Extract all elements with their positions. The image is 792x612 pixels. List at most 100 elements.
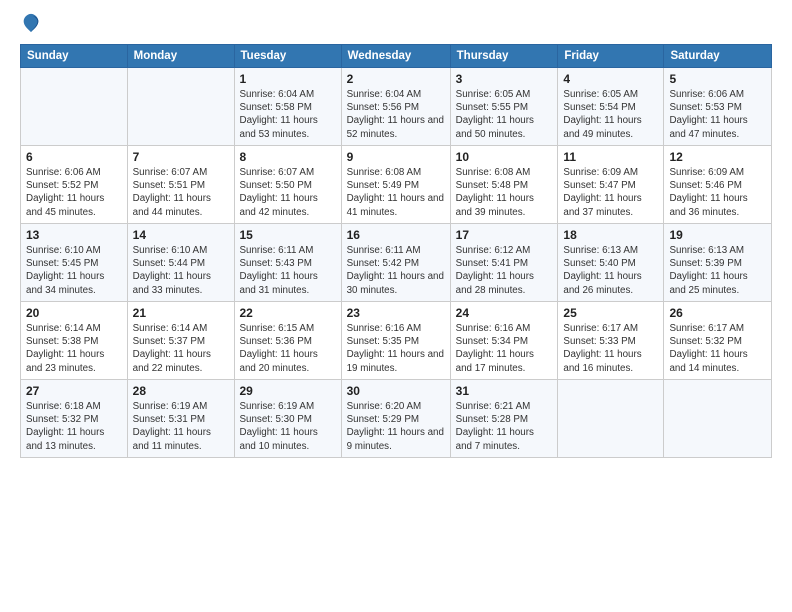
day-number: 12 xyxy=(669,150,766,164)
calendar-cell: 27Sunrise: 6:18 AMSunset: 5:32 PMDayligh… xyxy=(21,380,128,458)
day-number: 31 xyxy=(456,384,553,398)
calendar-cell: 24 Sunrise: 6:16 AMSunset: 5:34 PMDayligh… xyxy=(450,302,558,380)
day-detail: Sunrise: 6:18 AMSunset: 5:32 PMDaylight:… xyxy=(26,400,122,453)
day-number: 30 xyxy=(347,384,445,398)
calendar-cell: 17 Sunrise: 6:12 AMSunset: 5:41 PMDayligh… xyxy=(450,224,558,302)
calendar-cell: 1Sunrise: 6:04 AMSunset: 5:58 PMDaylight… xyxy=(234,68,341,146)
day-detail: Sunrise: 6:08 AMSunset: 5:49 PMDaylight:… xyxy=(347,166,445,219)
day-number: 29 xyxy=(240,384,336,398)
calendar-cell: 6 Sunrise: 6:06 AMSunset: 5:52 PMDaylight… xyxy=(21,146,128,224)
calendar-week-4: 20Sunrise: 6:14 AMSunset: 5:38 PMDayligh… xyxy=(21,302,772,380)
day-number: 21 xyxy=(133,306,229,320)
day-number: 23 xyxy=(347,306,445,320)
day-detail: Sunrise: 6:15 AMSunset: 5:36 PMDaylight:… xyxy=(240,322,336,375)
weekday-header-monday: Monday xyxy=(127,45,234,68)
day-number: 19 xyxy=(669,228,766,242)
logo xyxy=(20,16,44,34)
day-detail: Sunrise: 6:13 AMSunset: 5:40 PMDaylight:… xyxy=(563,244,658,297)
calendar-cell xyxy=(558,380,664,458)
day-number: 3 xyxy=(456,72,553,86)
calendar-cell: 25Sunrise: 6:17 AMSunset: 5:33 PMDayligh… xyxy=(558,302,664,380)
calendar-cell: 13 Sunrise: 6:10 AMSunset: 5:45 PMDayligh… xyxy=(21,224,128,302)
calendar-cell: 31 Sunrise: 6:21 AMSunset: 5:28 PMDayligh… xyxy=(450,380,558,458)
day-detail: Sunrise: 6:21 AMSunset: 5:28 PMDaylight:… xyxy=(456,400,553,453)
day-detail: Sunrise: 6:07 AMSunset: 5:50 PMDaylight:… xyxy=(240,166,336,219)
day-number: 13 xyxy=(26,228,122,242)
header xyxy=(20,16,772,34)
calendar-cell: 16Sunrise: 6:11 AMSunset: 5:42 PMDayligh… xyxy=(341,224,450,302)
calendar-cell: 18 Sunrise: 6:13 AMSunset: 5:40 PMDayligh… xyxy=(558,224,664,302)
calendar-cell: 5Sunrise: 6:06 AMSunset: 5:53 PMDaylight… xyxy=(664,68,772,146)
day-detail: Sunrise: 6:19 AMSunset: 5:30 PMDaylight:… xyxy=(240,400,336,453)
day-number: 7 xyxy=(133,150,229,164)
day-detail: Sunrise: 6:14 AMSunset: 5:37 PMDaylight:… xyxy=(133,322,229,375)
day-detail: Sunrise: 6:20 AMSunset: 5:29 PMDaylight:… xyxy=(347,400,445,453)
calendar: SundayMondayTuesdayWednesdayThursdayFrid… xyxy=(20,44,772,458)
day-detail: Sunrise: 6:06 AMSunset: 5:53 PMDaylight:… xyxy=(669,88,766,141)
day-number: 26 xyxy=(669,306,766,320)
calendar-cell: 10 Sunrise: 6:08 AMSunset: 5:48 PMDayligh… xyxy=(450,146,558,224)
calendar-cell xyxy=(127,68,234,146)
calendar-cell: 30 Sunrise: 6:20 AMSunset: 5:29 PMDayligh… xyxy=(341,380,450,458)
calendar-cell xyxy=(21,68,128,146)
day-detail: Sunrise: 6:07 AMSunset: 5:51 PMDaylight:… xyxy=(133,166,229,219)
day-detail: Sunrise: 6:09 AMSunset: 5:47 PMDaylight:… xyxy=(563,166,658,219)
weekday-header-thursday: Thursday xyxy=(450,45,558,68)
day-detail: Sunrise: 6:12 AMSunset: 5:41 PMDaylight:… xyxy=(456,244,553,297)
day-detail: Sunrise: 6:05 AMSunset: 5:54 PMDaylight:… xyxy=(563,88,658,141)
day-number: 4 xyxy=(563,72,658,86)
day-number: 6 xyxy=(26,150,122,164)
calendar-cell: 4 Sunrise: 6:05 AMSunset: 5:54 PMDaylight… xyxy=(558,68,664,146)
calendar-cell: 22 Sunrise: 6:15 AMSunset: 5:36 PMDayligh… xyxy=(234,302,341,380)
calendar-cell: 15Sunrise: 6:11 AMSunset: 5:43 PMDayligh… xyxy=(234,224,341,302)
calendar-week-3: 13 Sunrise: 6:10 AMSunset: 5:45 PMDayligh… xyxy=(21,224,772,302)
day-number: 17 xyxy=(456,228,553,242)
calendar-week-1: 1Sunrise: 6:04 AMSunset: 5:58 PMDaylight… xyxy=(21,68,772,146)
calendar-week-2: 6 Sunrise: 6:06 AMSunset: 5:52 PMDaylight… xyxy=(21,146,772,224)
day-number: 14 xyxy=(133,228,229,242)
day-detail: Sunrise: 6:04 AMSunset: 5:56 PMDaylight:… xyxy=(347,88,445,141)
weekday-header-friday: Friday xyxy=(558,45,664,68)
day-number: 24 xyxy=(456,306,553,320)
day-number: 28 xyxy=(133,384,229,398)
calendar-cell: 12 Sunrise: 6:09 AMSunset: 5:46 PMDayligh… xyxy=(664,146,772,224)
calendar-week-5: 27Sunrise: 6:18 AMSunset: 5:32 PMDayligh… xyxy=(21,380,772,458)
calendar-cell: 14 Sunrise: 6:10 AMSunset: 5:44 PMDayligh… xyxy=(127,224,234,302)
calendar-cell xyxy=(664,380,772,458)
weekday-header-tuesday: Tuesday xyxy=(234,45,341,68)
calendar-cell: 11 Sunrise: 6:09 AMSunset: 5:47 PMDayligh… xyxy=(558,146,664,224)
calendar-cell: 23 Sunrise: 6:16 AMSunset: 5:35 PMDayligh… xyxy=(341,302,450,380)
day-number: 15 xyxy=(240,228,336,242)
day-number: 10 xyxy=(456,150,553,164)
day-detail: Sunrise: 6:16 AMSunset: 5:34 PMDaylight:… xyxy=(456,322,553,375)
calendar-cell: 7 Sunrise: 6:07 AMSunset: 5:51 PMDaylight… xyxy=(127,146,234,224)
calendar-cell: 9 Sunrise: 6:08 AMSunset: 5:49 PMDaylight… xyxy=(341,146,450,224)
day-number: 2 xyxy=(347,72,445,86)
day-number: 9 xyxy=(347,150,445,164)
day-number: 11 xyxy=(563,150,658,164)
day-number: 18 xyxy=(563,228,658,242)
calendar-cell: 29 Sunrise: 6:19 AMSunset: 5:30 PMDayligh… xyxy=(234,380,341,458)
day-detail: Sunrise: 6:09 AMSunset: 5:46 PMDaylight:… xyxy=(669,166,766,219)
day-detail: Sunrise: 6:17 AMSunset: 5:32 PMDaylight:… xyxy=(669,322,766,375)
weekday-header-saturday: Saturday xyxy=(664,45,772,68)
day-detail: Sunrise: 6:19 AMSunset: 5:31 PMDaylight:… xyxy=(133,400,229,453)
day-number: 20 xyxy=(26,306,122,320)
day-number: 16 xyxy=(347,228,445,242)
day-detail: Sunrise: 6:05 AMSunset: 5:55 PMDaylight:… xyxy=(456,88,553,141)
day-detail: Sunrise: 6:16 AMSunset: 5:35 PMDaylight:… xyxy=(347,322,445,375)
day-detail: Sunrise: 6:10 AMSunset: 5:44 PMDaylight:… xyxy=(133,244,229,297)
day-detail: Sunrise: 6:10 AMSunset: 5:45 PMDaylight:… xyxy=(26,244,122,297)
calendar-cell: 26 Sunrise: 6:17 AMSunset: 5:32 PMDayligh… xyxy=(664,302,772,380)
day-detail: Sunrise: 6:04 AMSunset: 5:58 PMDaylight:… xyxy=(240,88,336,141)
calendar-cell: 28 Sunrise: 6:19 AMSunset: 5:31 PMDayligh… xyxy=(127,380,234,458)
calendar-cell: 19 Sunrise: 6:13 AMSunset: 5:39 PMDayligh… xyxy=(664,224,772,302)
day-detail: Sunrise: 6:08 AMSunset: 5:48 PMDaylight:… xyxy=(456,166,553,219)
calendar-cell: 3 Sunrise: 6:05 AMSunset: 5:55 PMDaylight… xyxy=(450,68,558,146)
calendar-cell: 2 Sunrise: 6:04 AMSunset: 5:56 PMDaylight… xyxy=(341,68,450,146)
day-number: 22 xyxy=(240,306,336,320)
day-detail: Sunrise: 6:13 AMSunset: 5:39 PMDaylight:… xyxy=(669,244,766,297)
day-detail: Sunrise: 6:06 AMSunset: 5:52 PMDaylight:… xyxy=(26,166,122,219)
calendar-cell: 8Sunrise: 6:07 AMSunset: 5:50 PMDaylight… xyxy=(234,146,341,224)
weekday-header-wednesday: Wednesday xyxy=(341,45,450,68)
